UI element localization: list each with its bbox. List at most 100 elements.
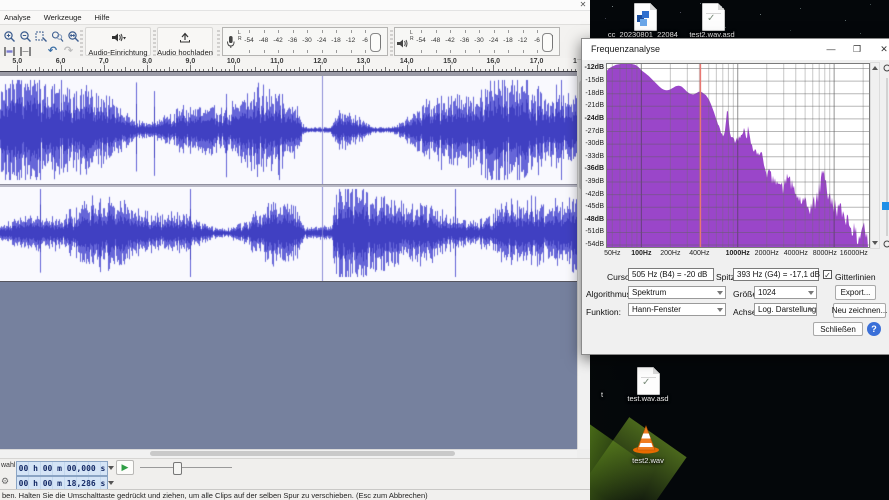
selection-start-time[interactable]: 00 h 00 m 00,000 s (16, 461, 108, 476)
zoom-out-button[interactable] (18, 29, 33, 43)
meter-tick (263, 30, 265, 33)
cursor-value-field[interactable]: 505 Hz (B4) = -20 dB (628, 268, 714, 281)
zoom-out-icon[interactable] (883, 238, 889, 256)
menubar: Analyse Werkzeuge Hilfe (0, 11, 590, 24)
spectrum-y-tick-label: -48dB (584, 215, 604, 223)
meter-tick (292, 30, 294, 33)
gear-icon[interactable]: ⚙ (1, 476, 9, 487)
meter-tick (537, 50, 538, 53)
axis-select[interactable]: Log. Darstellung (754, 303, 817, 316)
toolbar-grip[interactable] (217, 28, 220, 56)
function-value: Hann-Fenster (632, 305, 681, 314)
meter-tick (522, 30, 524, 33)
audio-setup-button[interactable]: Audio-Einrichtung (85, 27, 151, 57)
meter-tick (522, 50, 524, 53)
meter-tick (365, 30, 366, 33)
spectrum-x-tick-label: 8000Hz (812, 250, 837, 257)
toolbar-grip[interactable] (153, 28, 156, 56)
audio-upload-button[interactable]: Audio hochladen (157, 27, 213, 57)
playback-meter[interactable]: LR -54 -48 -42 -36 -30 -24 -18 -12 -6 (394, 27, 560, 56)
zoom-selection-button[interactable] (34, 29, 49, 43)
fold-corner-icon (650, 3, 657, 10)
meter-scale-number: -6 (362, 37, 368, 44)
meter-tick (479, 30, 480, 33)
recording-meter[interactable]: LR -54 -48 -42 -36 -30 -24 -18 -12 -6 (222, 27, 388, 56)
selection-toolbar: wahl ⚙ 00 h 00 m 00,000 s 00 h 00 m 18,2… (0, 458, 590, 491)
peak-value-field[interactable]: 393 Hz (G4) = -17,1 dB (733, 268, 820, 281)
scroll-up-icon[interactable] (872, 66, 878, 70)
time-format-dropdown-icon[interactable] (108, 466, 114, 470)
fold-corner-icon (653, 367, 660, 374)
spectrum-x-tick-label: 16000Hz (839, 250, 868, 257)
time-format-dropdown-icon[interactable] (108, 481, 114, 485)
spectrum-y-tick-label: -18dB (585, 89, 604, 97)
stereo-waveform[interactable] (0, 76, 577, 281)
size-select[interactable]: 1024 (754, 286, 817, 299)
spectrum-y-tick-label: -33dB (585, 152, 604, 160)
desktop-icon-test2-wav[interactable] (632, 424, 660, 459)
dialog-title: Frequenzanalyse (591, 44, 661, 54)
gridlines-label: Gitterlinien (835, 272, 876, 282)
zoom-slider-track[interactable] (886, 78, 888, 236)
spectrum-y-tick-label: -30dB (585, 140, 604, 148)
zoom-toggle-button[interactable] (50, 29, 65, 43)
algorithm-label: Algorithmus: (586, 289, 634, 299)
ruler-label: 10,0 (226, 58, 241, 65)
microphone-icon (225, 35, 236, 54)
function-select[interactable]: Hann-Fenster (628, 303, 726, 316)
fit-project-button[interactable] (66, 29, 81, 43)
redo-button[interactable]: ↷ (61, 43, 76, 57)
minimize-icon[interactable]: — (822, 42, 840, 57)
toolbar: ↶ ↷ Audio-Einrichtung Audio hochladen L … (0, 24, 590, 60)
waveform-tracks[interactable] (0, 76, 577, 281)
desktop-icon-label[interactable]: test.wav.asd (598, 394, 698, 403)
audio-setup-label: Audio-Einrichtung (88, 48, 148, 57)
play-at-speed-button[interactable]: ▶ (116, 460, 134, 475)
cube-icon (642, 11, 649, 18)
ruler-label: 13,0 (356, 58, 371, 65)
chevron-down-icon (808, 291, 814, 295)
spectrum-plot[interactable] (606, 63, 870, 249)
spectrum-x-tick-label: 4000Hz (783, 250, 808, 257)
zoom-slider-thumb[interactable] (882, 202, 889, 210)
timeline-ruler[interactable]: 5,0 6,0 7,0 8,0 9,0 10,0 11,0 12,0 13,0 14,0 15,0 1… (0, 58, 577, 71)
play-speed-slider[interactable] (140, 460, 232, 475)
meter-zero-line (552, 35, 553, 48)
channel-divider (0, 184, 577, 187)
menu-werkzeuge[interactable]: Werkzeuge (44, 13, 82, 22)
dialog-plot-scrollbar[interactable] (870, 62, 880, 249)
help-button[interactable]: ? (867, 322, 881, 336)
horizontal-scrollbar-thumb[interactable] (150, 451, 455, 456)
toolbar-grip[interactable] (390, 28, 393, 56)
speaker-icon (110, 30, 126, 48)
redraw-button[interactable]: Neu zeichnen... (832, 303, 887, 318)
ruler-label: 7,0 (98, 58, 109, 65)
menu-hilfe[interactable]: Hilfe (94, 13, 109, 22)
audacity-titlebar[interactable] (0, 0, 590, 11)
desktop-icon-label-fragment: t (600, 390, 604, 399)
undo-button[interactable]: ↶ (45, 43, 60, 57)
close-icon[interactable]: ✕ (875, 42, 889, 57)
check-icon: ✓ (642, 377, 651, 388)
audacity-close-icon[interactable]: ✕ (577, 0, 589, 10)
meter-tick (508, 30, 509, 33)
scroll-down-icon[interactable] (872, 241, 878, 245)
toolbar-grip[interactable] (80, 28, 83, 56)
silence-audio-button[interactable] (18, 44, 33, 58)
empty-track-area[interactable] (0, 282, 577, 449)
gridlines-checkbox[interactable]: ✓ (823, 270, 832, 280)
meter-tick (336, 50, 337, 53)
export-button[interactable]: Export... (835, 285, 876, 300)
trim-audio-button[interactable] (2, 44, 17, 58)
spectrum-y-tick-label: -27dB (585, 127, 604, 135)
close-button[interactable]: Schließen (813, 322, 863, 336)
desktop-icon-label[interactable]: test2.wav (598, 456, 698, 465)
slider-thumb[interactable] (173, 462, 182, 475)
ruler-label: 15,0 (443, 58, 457, 65)
menu-analyse[interactable]: Analyse (4, 13, 31, 22)
meter-tick (350, 50, 352, 53)
meter-tick (479, 50, 480, 53)
zoom-in-button[interactable] (2, 29, 17, 43)
algorithm-select[interactable]: Spektrum (628, 286, 726, 299)
maximize-icon[interactable]: ❒ (848, 42, 866, 57)
